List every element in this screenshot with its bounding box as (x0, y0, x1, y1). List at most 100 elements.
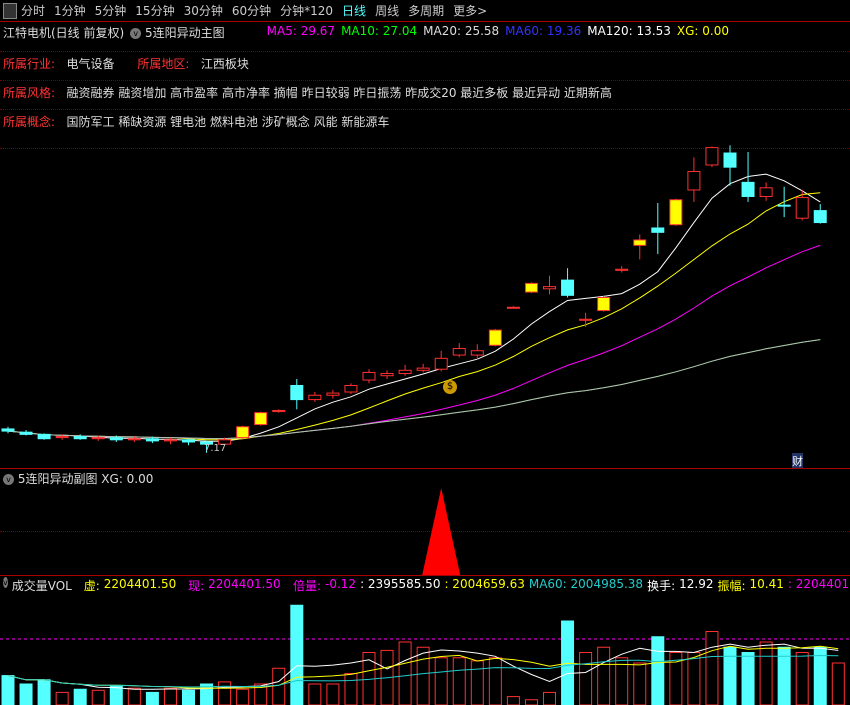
turnover-label: 换手: (647, 579, 676, 593)
main-chart-header: 江特电机(日线 前复权) v 5连阳异动主图 MA5: 29.67 MA10: … (3, 24, 729, 41)
candle (272, 409, 286, 413)
sub-chart-title[interactable]: 5连阳异动副图 (18, 472, 98, 486)
candle (127, 438, 141, 441)
tab-1[interactable]: 1分钟 (54, 2, 86, 19)
candle (615, 268, 629, 271)
candle (687, 171, 701, 191)
volume-bar (524, 699, 538, 705)
xu-label: 虚: (83, 579, 100, 593)
money-bag-icon[interactable]: $ (443, 380, 457, 394)
tab-6[interactable]: 分钟*120 (280, 2, 333, 19)
volume-chart[interactable] (0, 593, 850, 705)
volume-bar (795, 652, 809, 705)
tab-5[interactable]: 60分钟 (232, 2, 271, 19)
style-label: 所属风格: (3, 86, 56, 100)
volume-bar (55, 691, 69, 705)
ma-value-2: : 2004659.63 (444, 577, 525, 591)
ma-value-1: : 2395585.50 (360, 577, 441, 591)
candle (795, 197, 809, 219)
finance-marker[interactable]: 财 (792, 453, 803, 469)
candle (488, 329, 502, 346)
candle (506, 306, 520, 309)
bei-value: -0.12 (325, 577, 357, 591)
volume-bar (109, 685, 123, 705)
vol-ma60-value: MA60: 2004985.38 (528, 577, 644, 591)
period-tabs: 分时 1分钟 5分钟 15分钟 30分钟 60分钟 分钟*120 日线 周线 多周期 更多> (21, 2, 496, 19)
volume-bar (308, 683, 322, 705)
volume-bar (145, 691, 159, 705)
candle (182, 439, 195, 443)
candle (416, 367, 430, 371)
tail-value: : 2204401. (787, 577, 850, 591)
candle (561, 279, 575, 296)
volume-bar (218, 681, 232, 705)
chevron-down-icon[interactable]: v (3, 577, 8, 588)
ma5-line (7, 173, 821, 442)
volume-bar (506, 696, 520, 705)
region-value[interactable]: 江西板块 (201, 57, 249, 71)
sub-chart-header: v 5连阳异动副图 XG: 0.00 (3, 470, 153, 487)
candle (579, 318, 593, 321)
divider (0, 109, 850, 110)
volume-header: v 成交量VOL 虚: 2204401.50 现: 2204401.50 倍量: -0… (3, 577, 850, 594)
volume-bar (91, 689, 105, 705)
volume-bar (19, 683, 33, 705)
candle (362, 371, 376, 381)
xu-value: 2204401.50 (103, 577, 177, 591)
period-toolbar: 分时 1分钟 5分钟 15分钟 30分钟 60分钟 分钟*120 日线 周线 多周期 更多> (0, 0, 850, 22)
volume-bar (344, 673, 358, 705)
tab-9[interactable]: 多周期 (408, 2, 444, 19)
volume-bar (326, 683, 340, 705)
ma20-line (7, 244, 821, 440)
xian-value: 2204401.50 (208, 577, 281, 591)
chevron-down-icon: v (130, 28, 142, 39)
stock-title: 江特电机(日线 前复权) (3, 26, 125, 40)
tab-4[interactable]: 30分钟 (184, 2, 223, 19)
industry-label: 所属行业: (3, 57, 56, 71)
candle (633, 239, 647, 246)
candle (19, 431, 33, 435)
volume-bar (488, 657, 502, 705)
indicator-selector[interactable]: v 5连阳异动主图 (130, 24, 225, 41)
concept-label: 所属概念: (3, 115, 56, 129)
candle (109, 437, 123, 441)
volume-bar (633, 662, 647, 705)
candle (434, 357, 448, 370)
volume-title[interactable]: 成交量VOL (12, 577, 72, 594)
sub-xg-value: XG: 0.00 (101, 472, 154, 486)
ma5-value: MA5: 29.67 (266, 24, 336, 38)
pane-separator (0, 468, 850, 469)
tab-10[interactable]: 更多> (453, 2, 487, 19)
style-row: 所属风格: 融资融券 融资增加 高市盈率 高市净率 摘帽 昨日较弱 昨日振荡 昨… (3, 84, 612, 101)
industry-value[interactable]: 电气设备 (67, 57, 115, 71)
candle (1, 428, 15, 432)
candle (236, 426, 250, 439)
candle (145, 438, 159, 442)
volume-bar (37, 679, 51, 705)
candle (290, 384, 304, 401)
volume-bar (543, 691, 556, 705)
ma60-value: MA60: 19.36 (505, 24, 582, 38)
candle (91, 437, 105, 440)
low-price-label: 7.17 (204, 443, 227, 454)
candle (813, 210, 827, 224)
industry-row: 所属行业: 电气设备 所属地区: 江西板块 (3, 55, 249, 72)
divider (0, 80, 850, 81)
tab-2[interactable]: 5分钟 (95, 2, 127, 19)
candlestick-chart[interactable] (0, 135, 850, 465)
candle (705, 147, 719, 166)
chevron-down-icon[interactable]: v (3, 474, 14, 485)
tab-0[interactable]: 分时 (21, 2, 45, 19)
tab-8[interactable]: 周线 (375, 2, 399, 19)
ma10-line (7, 192, 821, 441)
volume-bar (705, 631, 719, 705)
candle (163, 439, 177, 442)
tab-3[interactable]: 15分钟 (135, 2, 174, 19)
panel-toggle-icon[interactable] (3, 2, 17, 19)
candle (326, 392, 340, 396)
indicator-name: 5连阳异动主图 (145, 26, 225, 40)
tab-7[interactable]: 日线 (342, 2, 366, 19)
volume-bar (73, 688, 87, 705)
volume-bar (759, 641, 773, 705)
volume-bar (163, 687, 177, 705)
